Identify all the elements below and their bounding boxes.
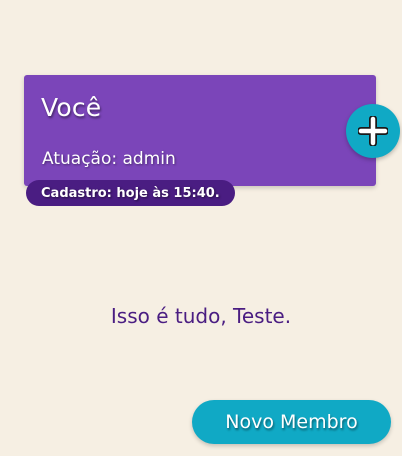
plus-icon [358, 116, 388, 146]
end-of-list-message: Isso é tudo, Teste. [110, 304, 292, 328]
member-role: Atuação: admin [42, 149, 176, 169]
member-name: Você [41, 93, 102, 122]
member-card[interactable]: Você Atuação: admin [24, 75, 376, 186]
new-member-button[interactable]: Novo Membro [192, 400, 391, 444]
members-screen: Você Atuação: admin Cadastro: hoje às 15… [0, 0, 402, 456]
signup-badge: Cadastro: hoje às 15:40. [26, 180, 235, 206]
add-button[interactable] [346, 104, 400, 158]
